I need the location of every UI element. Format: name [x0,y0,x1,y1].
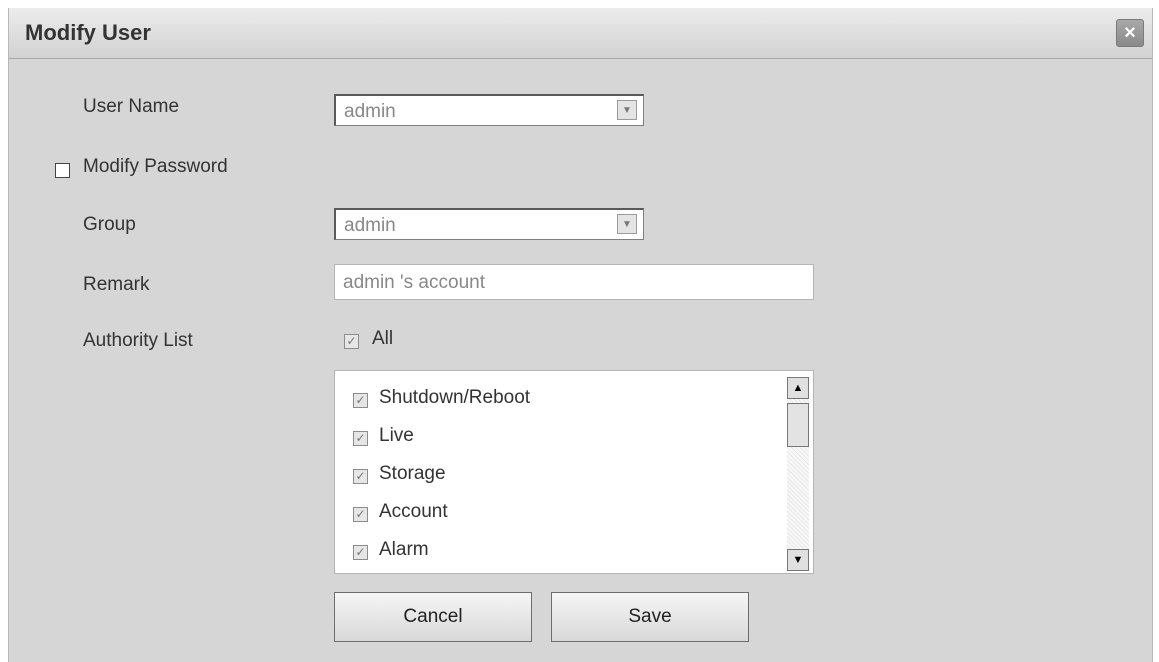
authority-label: Live [379,425,414,446]
all-label: All [372,328,394,349]
group-select[interactable]: admin ▼ [334,208,644,240]
dialog-titlebar: Modify User × [9,8,1152,59]
authority-label: Shutdown/Reboot [379,387,531,408]
user-name-label: User Name [83,96,180,117]
chevron-down-icon[interactable]: ▼ [617,214,637,234]
group-value: admin [344,215,396,236]
scroll-up-icon[interactable]: ▲ [787,377,809,399]
modify-user-dialog: Modify User × User Name admin ▼ Modify P… [8,8,1153,662]
authority-listbox[interactable]: ✓ Shutdown/Reboot ✓ Live ✓ Storage ✓ Acc… [334,370,814,574]
authority-checkbox[interactable]: ✓ [353,469,368,484]
authority-label: Alarm [379,539,429,560]
modify-password-checkbox[interactable] [55,163,70,178]
authority-checkbox[interactable]: ✓ [353,507,368,522]
save-button[interactable]: Save [551,592,749,642]
scroll-down-icon[interactable]: ▼ [787,549,809,571]
all-checkbox[interactable]: ✓ [344,334,359,349]
authority-checkbox[interactable]: ✓ [353,431,368,446]
authority-checkbox[interactable]: ✓ [353,545,368,560]
modify-password-label: Modify Password [83,156,228,177]
close-icon[interactable]: × [1116,19,1144,47]
authority-label: Storage [379,463,446,484]
authority-scrollbar[interactable]: ▲ ▼ [787,377,809,571]
remark-value: admin 's account [343,272,485,293]
authority-label: Account [379,501,448,522]
authority-list-label: Authority List [83,330,193,351]
scrollbar-thumb[interactable] [787,403,809,447]
user-name-value: admin [344,101,396,122]
remark-label: Remark [83,274,150,295]
dialog-title: Modify User [25,20,151,45]
chevron-down-icon[interactable]: ▼ [617,100,637,120]
cancel-button[interactable]: Cancel [334,592,532,642]
user-name-select[interactable]: admin ▼ [334,94,644,126]
remark-input[interactable]: admin 's account [334,264,814,300]
group-label: Group [83,214,136,235]
authority-checkbox[interactable]: ✓ [353,393,368,408]
